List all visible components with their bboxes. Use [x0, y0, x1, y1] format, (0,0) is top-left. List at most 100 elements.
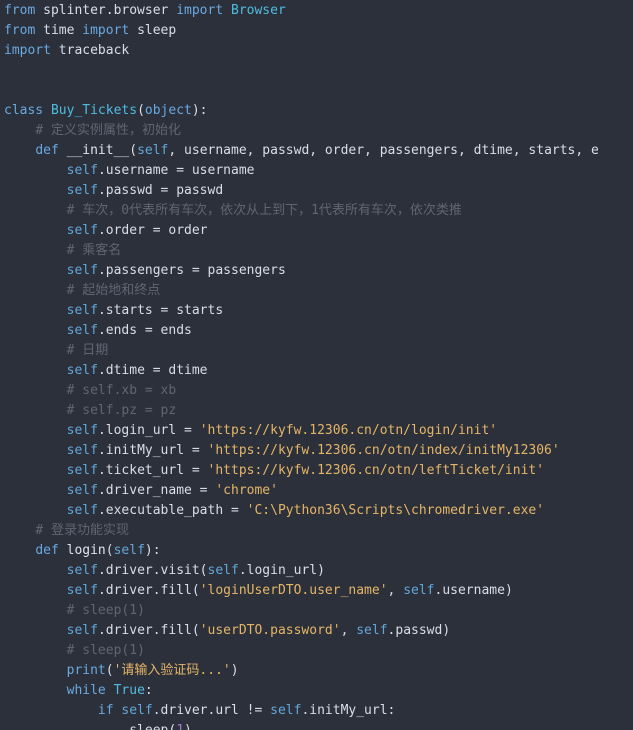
token-self: self	[403, 583, 435, 598]
token-punc: :	[144, 683, 153, 698]
token-com: # 乘客名	[66, 243, 122, 258]
token-kw2: True	[113, 683, 145, 698]
token-plain: )	[184, 723, 192, 730]
code-line: # sleep(1)	[4, 641, 599, 661]
token-self: self	[66, 323, 98, 338]
token-plain: splinter.browser	[43, 3, 169, 18]
token-plain: .driver.fill(	[97, 583, 200, 598]
token-plain: .ends = ends	[97, 323, 192, 338]
code-line: self.driver.fill('userDTO.password', sel…	[4, 621, 599, 641]
token-com: # 登录功能实现	[35, 523, 129, 538]
token-self: self	[66, 223, 98, 238]
token-plain: .passengers = passengers	[97, 263, 286, 278]
code-line: # 车次，0代表所有车次，依次从上到下，1代表所有车次，依次类推	[4, 201, 599, 221]
token-plain: ,	[387, 583, 404, 598]
token-com: # 车次，0代表所有车次，依次从上到下，1代表所有车次，依次类推	[66, 203, 462, 218]
token-self: self	[137, 143, 169, 158]
token-punc: (	[137, 103, 145, 118]
token-plain: .driver.fill(	[97, 623, 200, 638]
token-plain: .ticket_url =	[97, 463, 208, 478]
token-kw: import	[176, 3, 224, 18]
token-com: # 定义实例属性，初始化	[35, 123, 181, 138]
code-line: def __init__(self, username, passwd, ord…	[4, 141, 599, 161]
code-line: self.starts = starts	[4, 301, 599, 321]
code-line: self.driver.fill('loginUserDTO.user_name…	[4, 581, 599, 601]
code-line: self.order = order	[4, 221, 599, 241]
token-com: # 起始地和终点	[66, 283, 161, 298]
code-editor[interactable]: from splinter.browser import Browser from…	[0, 0, 633, 730]
code-line: from splinter.browser import Browser	[4, 1, 599, 21]
token-plain: sleep	[137, 23, 177, 38]
token-plain: .driver.url !=	[152, 703, 271, 718]
token-kw: from	[4, 23, 36, 38]
code-line: self.initMy_url = 'https://kyfw.12306.cn…	[4, 441, 599, 461]
token-plain: .login_url =	[97, 423, 200, 438]
token-punc: ):	[191, 103, 208, 118]
token-cls: Buy_Tickets	[50, 103, 138, 118]
token-kw: def	[35, 143, 59, 158]
code-line: self.driver_name = 'chrome'	[4, 481, 599, 501]
token-plain: traceback	[58, 43, 130, 58]
code-line: self.driver.visit(self.login_url)	[4, 561, 599, 581]
token-com: # sleep(1)	[66, 643, 145, 658]
token-self: self	[66, 503, 98, 518]
token-plain: , username, passwd, order, passengers, d…	[168, 143, 599, 158]
token-punc: (	[105, 663, 114, 678]
code-line: # 登录功能实现	[4, 521, 599, 541]
token-plain: .passwd = passwd	[97, 183, 224, 198]
token-self: self	[66, 303, 98, 318]
code-line: def login(self):	[4, 541, 599, 561]
code-line: self.ticket_url = 'https://kyfw.12306.cn…	[4, 461, 599, 481]
token-kw: from	[4, 3, 36, 18]
code-content[interactable]: from splinter.browser import Browser from…	[4, 1, 599, 730]
token-kw: object	[144, 103, 192, 118]
token-self: self	[207, 563, 239, 578]
token-plain: .username = username	[97, 163, 255, 178]
token-kw: while	[66, 683, 106, 698]
token-self: self	[66, 183, 98, 198]
token-punc: )	[230, 663, 239, 678]
token-com: # self.xb = xb	[66, 383, 177, 398]
token-plain: .username)	[434, 583, 513, 598]
token-plain: .initMy_url:	[301, 703, 396, 718]
token-punc: ):	[144, 543, 161, 558]
code-line: print('请输入验证码...')	[4, 661, 599, 681]
token-self: self	[66, 623, 98, 638]
code-line: sleep(1)	[4, 721, 599, 730]
token-self: self	[66, 463, 98, 478]
token-plain: .dtime = dtime	[97, 363, 208, 378]
code-line: if self.driver.url != self.initMy_url:	[4, 701, 599, 721]
token-fn: login	[66, 543, 106, 558]
code-line: # 定义实例属性，初始化	[4, 121, 599, 141]
token-plain: ,	[340, 623, 357, 638]
code-line: import traceback	[4, 41, 599, 61]
code-line: # self.pz = pz	[4, 401, 599, 421]
code-line: self.executable_path = 'C:\Python36\Scri…	[4, 501, 599, 521]
token-str: '请输入验证码...'	[113, 663, 231, 678]
code-line: # sleep(1)	[4, 601, 599, 621]
code-line: # 乘客名	[4, 241, 599, 261]
